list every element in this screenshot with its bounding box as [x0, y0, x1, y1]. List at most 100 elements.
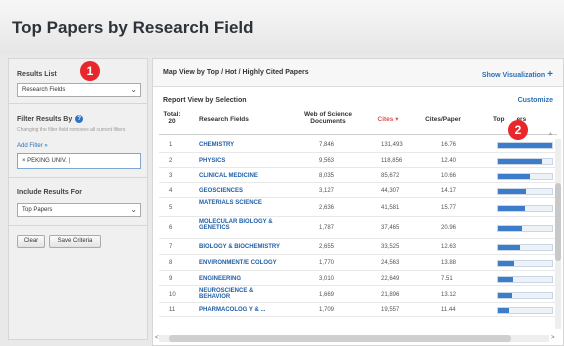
top-papers-bar — [497, 205, 553, 212]
col-total-label: Total: — [163, 111, 181, 118]
row-cites-per-paper: 11.44 — [441, 307, 456, 313]
filter-chip[interactable]: × PEKING UNIV. — [22, 158, 67, 164]
row-research-field[interactable]: MATERIALS SCIENCE — [199, 200, 281, 206]
row-rank: 6 — [169, 225, 173, 231]
col-total-count: 20 — [168, 118, 176, 125]
top-papers-bar-fill — [498, 174, 530, 179]
col-cites-per-paper[interactable]: Cites/Paper — [417, 116, 469, 123]
row-rank: 3 — [169, 173, 173, 179]
row-cites: 118,856 — [381, 158, 403, 164]
chevron-down-icon: ⌄ — [130, 205, 137, 214]
row-wos-documents: 3,127 — [319, 188, 335, 194]
table-row[interactable]: 4 GEOSCIENCES 3,127 44,307 14.17 — [159, 183, 557, 198]
row-cites: 41,581 — [381, 205, 400, 211]
divider — [9, 103, 147, 104]
map-view-title: Map View by Top / Hot / Highly Cited Pap… — [163, 69, 309, 76]
col-cites-label: Cites — [377, 116, 394, 123]
row-cites: 131,493 — [381, 142, 403, 148]
top-papers-bar — [497, 142, 553, 149]
main-panel: Map View by Top / Hot / Highly Cited Pap… — [152, 58, 564, 346]
row-wos-documents: 3,010 — [319, 276, 335, 282]
clear-button[interactable]: Clear — [17, 235, 45, 248]
row-research-field[interactable]: BIOLOGY & BIOCHEMISTRY — [199, 244, 281, 250]
row-rank: 8 — [169, 260, 173, 266]
row-rank: 11 — [169, 307, 176, 313]
filter-label-text: Filter Results By — [17, 115, 73, 123]
row-research-field[interactable]: ENVIRONMENT/E COLOGY — [199, 260, 281, 266]
row-cites: 19,557 — [381, 307, 400, 313]
table-row[interactable]: 11 PHARMACOLOG Y & ... 1,709 19,557 11.44 — [159, 303, 557, 317]
row-rank: 10 — [169, 292, 176, 298]
results-list-value: Research Fields — [22, 87, 66, 93]
table-row[interactable]: 1 CHEMISTRY 7,846 131,493 16.76 — [159, 137, 557, 153]
row-research-field[interactable]: NEUROSCIENCE & BEHAVIOR — [199, 288, 281, 300]
row-research-field[interactable]: CHEMISTRY — [199, 142, 281, 148]
row-wos-documents: 2,655 — [319, 244, 335, 250]
horizontal-scroll-thumb[interactable] — [169, 335, 511, 342]
top-papers-bar — [497, 260, 553, 267]
table-row[interactable]: 3 CLINICAL MEDICINE 8,035 85,672 10.66 — [159, 168, 557, 183]
row-research-field[interactable]: ENGINEERING — [199, 276, 281, 282]
table-row[interactable]: 9 ENGINEERING 3,010 22,649 7.51 — [159, 271, 557, 286]
row-research-field[interactable]: PHARMACOLOG Y & ... — [199, 307, 281, 313]
horizontal-scrollbar[interactable] — [159, 335, 549, 342]
help-icon[interactable]: ? — [75, 115, 84, 123]
top-papers-bar-fill — [498, 143, 552, 148]
row-research-field[interactable]: GEOSCIENCES — [199, 188, 281, 194]
header-bar: Top Papers by Research Field — [0, 0, 564, 54]
add-filter-link[interactable]: Add Filter » — [17, 143, 48, 149]
header-divider — [159, 134, 557, 135]
table-row[interactable]: 2 PHYSICS 9,563 118,856 12.40 — [159, 153, 557, 168]
row-wos-documents: 9,563 — [319, 158, 335, 164]
col-cites[interactable]: Cites ▾ — [365, 116, 411, 123]
row-rank: 1 — [169, 142, 173, 148]
table-row[interactable]: 6 MOLECULAR BIOLOGY & GENETICS 1,787 37,465… — [159, 217, 557, 239]
page-title: Top Papers by Research Field — [12, 18, 254, 37]
chevron-down-icon: ⌄ — [130, 85, 137, 94]
row-cites-per-paper: 12.63 — [441, 244, 457, 250]
row-cites: 37,465 — [381, 225, 400, 231]
divider — [9, 177, 147, 178]
row-cites-per-paper: 20.96 — [441, 225, 457, 231]
row-wos-documents: 8,035 — [319, 173, 335, 179]
row-wos-documents: 1,770 — [319, 260, 335, 266]
results-list-select[interactable]: Research Fields ⌄ — [17, 83, 141, 97]
filter-chip-input[interactable]: × PEKING UNIV. | — [17, 153, 141, 169]
row-rank: 2 — [169, 158, 173, 164]
include-select[interactable]: Top Papers ⌄ — [17, 203, 141, 217]
vertical-scroll-thumb[interactable] — [555, 183, 561, 261]
row-wos-documents: 7,846 — [319, 142, 335, 148]
row-cites-per-paper: 13.88 — [441, 260, 457, 266]
top-papers-bar — [497, 276, 553, 283]
row-cites: 21,896 — [381, 292, 400, 298]
col-wos-documents[interactable]: Web of Science Documents — [293, 111, 363, 125]
customize-link[interactable]: Customize — [518, 97, 553, 104]
top-papers-bar-fill — [498, 159, 542, 164]
table-row[interactable]: 7 BIOLOGY & BIOCHEMISTRY 2,655 33,525 12.63 — [159, 239, 557, 255]
save-criteria-button[interactable]: Save Criteria — [49, 235, 101, 248]
top-papers-bar-fill — [498, 245, 520, 250]
table-row[interactable]: 10 NEUROSCIENCE & BEHAVIOR 1,669 21,896 13.1… — [159, 286, 557, 303]
top-papers-bar — [497, 244, 553, 251]
col-wos-line1: Web of Science — [304, 111, 352, 118]
row-research-field[interactable]: PHYSICS — [199, 158, 281, 164]
row-rank: 5 — [169, 205, 173, 211]
row-cites-per-paper: 12.40 — [441, 158, 457, 164]
table-row[interactable]: 8 ENVIRONMENT/E COLOGY 1,770 24,563 13.88 — [159, 255, 557, 271]
table-row[interactable]: 5 MATERIALS SCIENCE 2,636 41,581 15.77 — [159, 198, 557, 217]
top-papers-bar — [497, 158, 553, 165]
row-cites-per-paper: 7.51 — [441, 276, 453, 282]
row-cites-per-paper: 15.77 — [441, 205, 457, 211]
row-research-field[interactable]: MOLECULAR BIOLOGY & GENETICS — [199, 219, 281, 231]
show-visualization-link[interactable]: Show Visualization + — [482, 69, 553, 80]
scroll-left-icon[interactable]: < — [155, 335, 159, 341]
row-cites-per-paper: 10.66 — [441, 173, 457, 179]
scroll-right-icon[interactable]: > — [551, 335, 555, 341]
callout-badge-2: 2 — [508, 120, 528, 140]
scroll-up-icon[interactable]: ^ — [549, 133, 552, 139]
vertical-scrollbar[interactable] — [555, 139, 561, 329]
row-cites: 22,649 — [381, 276, 400, 282]
col-research-fields[interactable]: Research Fields — [199, 116, 269, 123]
row-research-field[interactable]: CLINICAL MEDICINE — [199, 173, 281, 179]
callout-badge-1: 1 — [80, 61, 100, 81]
